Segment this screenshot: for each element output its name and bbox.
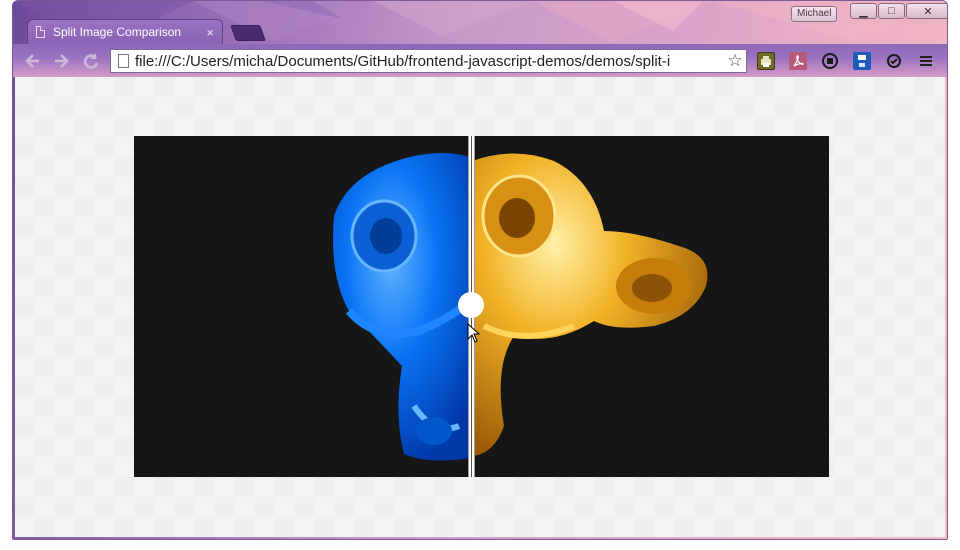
close-window-button[interactable]: ✕	[906, 3, 947, 19]
browser-window: Michael ▁ □ ✕ Split Image Comparison × f…	[12, 0, 948, 540]
close-icon: ✕	[923, 5, 933, 18]
drag-handle[interactable]	[458, 292, 484, 318]
split-image-comparison[interactable]	[134, 136, 829, 477]
minimize-button[interactable]: ▁	[850, 3, 877, 19]
tab-title: Split Image Comparison	[53, 25, 182, 39]
profile-button[interactable]: Michael	[791, 6, 838, 22]
tab-split-image-comparison[interactable]: Split Image Comparison ×	[27, 19, 223, 44]
blue-monkey-image	[333, 153, 472, 461]
url-text[interactable]: file:///C:/Users/micha/Documents/GitHub/…	[135, 53, 724, 70]
page-icon	[36, 26, 45, 38]
window-controls: ▁ □ ✕	[850, 3, 947, 21]
gold-monkey-image	[472, 153, 708, 456]
pdf-icon[interactable]	[789, 52, 807, 70]
record-icon[interactable]	[821, 52, 839, 70]
toolbar: file:///C:/Users/micha/Documents/GitHub/…	[13, 44, 947, 77]
maximize-icon: □	[888, 5, 895, 17]
mouse-cursor-icon	[467, 323, 481, 343]
page-content	[15, 77, 945, 537]
maximize-button[interactable]: □	[878, 3, 905, 19]
forward-icon[interactable]	[51, 51, 71, 71]
address-bar[interactable]: file:///C:/Users/micha/Documents/GitHub/…	[110, 49, 747, 73]
bookmark-star-icon[interactable]: ☆	[724, 51, 746, 71]
page-icon	[118, 54, 129, 68]
tab-close-icon[interactable]: ×	[206, 25, 214, 40]
reload-icon[interactable]	[81, 51, 101, 71]
save-icon[interactable]	[853, 52, 871, 70]
sync-icon[interactable]	[885, 52, 903, 70]
new-tab-button[interactable]	[230, 25, 266, 41]
menu-icon[interactable]	[917, 52, 935, 70]
back-icon[interactable]	[23, 51, 43, 71]
minimize-icon: ▁	[859, 5, 868, 18]
print-icon[interactable]	[757, 52, 775, 70]
